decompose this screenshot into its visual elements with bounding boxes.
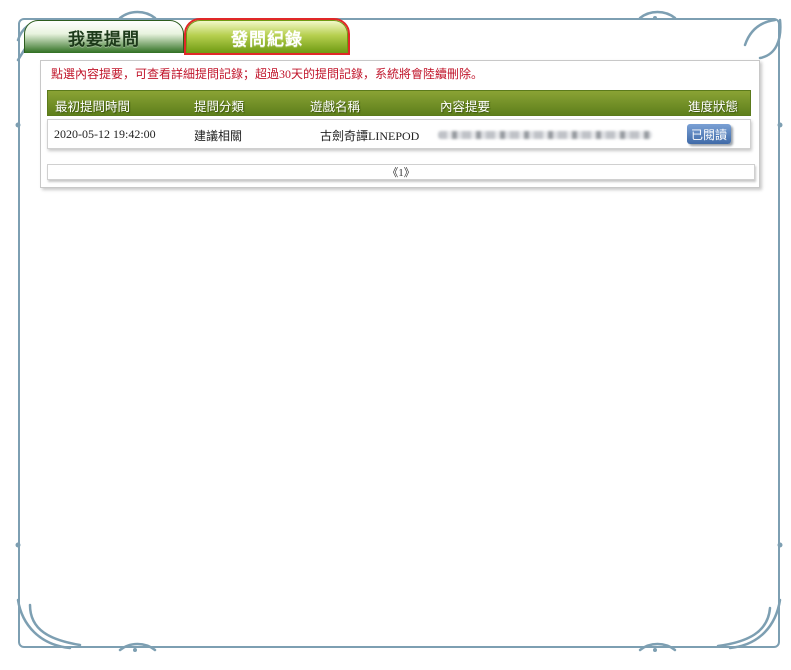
row-category: 建議相關 bbox=[194, 129, 243, 143]
record-panel: 點選內容提要，可查看詳細提問記錄；超過30天的提問記錄，系統將會陸續刪除。 最初… bbox=[40, 60, 760, 188]
pagination[interactable]: 《1》 bbox=[47, 164, 755, 180]
row-game: 古劍奇譚LINEPOD bbox=[320, 129, 420, 143]
notice-text: 點選內容提要，可查看詳細提問記錄；超過30天的提問記錄，系統將會陸續刪除。 bbox=[51, 67, 484, 81]
table-row[interactable]: 2020-05-12 19:42:00 建議相關 古劍奇譚LINEPOD 已閱讀 bbox=[47, 119, 751, 149]
header-category: 提問分類 bbox=[194, 100, 245, 114]
pagination-label[interactable]: 《1》 bbox=[387, 164, 415, 180]
tab-question-record[interactable]: 發問紀錄 bbox=[184, 18, 350, 55]
row-time: 2020-05-12 19:42:00 bbox=[54, 127, 156, 141]
tab-ask-question-label: 我要提問 bbox=[68, 29, 140, 49]
header-status: 進度狀態 bbox=[688, 100, 739, 114]
tab-question-record-label: 發問紀錄 bbox=[231, 29, 303, 49]
header-first-time: 最初提問時間 bbox=[55, 100, 131, 114]
header-summary: 內容提要 bbox=[440, 100, 491, 114]
tab-ask-question[interactable]: 我要提問 bbox=[24, 20, 184, 53]
record-table: 最初提問時間 提問分類 遊戲名稱 內容提要 進度狀態 2020-05-12 19… bbox=[47, 90, 751, 149]
status-read-button[interactable]: 已閱讀 bbox=[687, 124, 731, 144]
row-summary-link[interactable] bbox=[438, 131, 652, 139]
table-header: 最初提問時間 提問分類 遊戲名稱 內容提要 進度狀態 bbox=[47, 90, 751, 116]
header-game-name: 遊戲名稱 bbox=[310, 100, 361, 114]
